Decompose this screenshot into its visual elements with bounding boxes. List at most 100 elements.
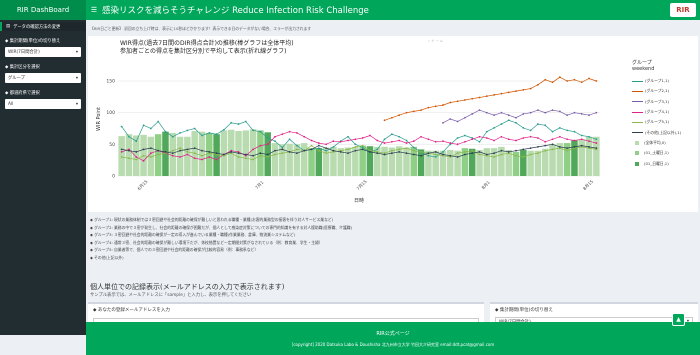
bar xyxy=(271,143,279,176)
series-point xyxy=(244,120,247,123)
series-point xyxy=(463,151,466,153)
series-point xyxy=(544,149,547,152)
series-point xyxy=(566,147,569,150)
series-point xyxy=(449,118,452,120)
series-point xyxy=(507,91,510,94)
series-point xyxy=(215,133,218,136)
series-point xyxy=(252,148,255,151)
series-point xyxy=(558,110,561,113)
bar xyxy=(403,147,410,176)
series-point xyxy=(186,151,189,153)
series-point xyxy=(361,144,364,147)
series-point xyxy=(595,142,598,144)
series-point xyxy=(471,152,474,155)
individual-title: 個人単位での記録表示(メールアドレスの入力で表示されます) xyxy=(90,283,285,291)
bar xyxy=(315,148,323,176)
series-point xyxy=(259,130,262,133)
series-point xyxy=(566,129,569,132)
series-point xyxy=(471,138,474,141)
series-point xyxy=(186,153,189,156)
series-point xyxy=(434,156,437,158)
series-point xyxy=(120,148,123,151)
app-logo[interactable]: RIR DashBoard xyxy=(0,0,86,20)
series-point xyxy=(522,88,525,91)
x-tick-label: 7月15 xyxy=(356,179,369,192)
series-point xyxy=(449,142,452,144)
pref-select[interactable]: All ▾ xyxy=(5,99,81,109)
series-point xyxy=(522,113,525,115)
group-select[interactable]: グループ ▾ xyxy=(5,73,81,83)
series-point xyxy=(427,152,430,155)
legend-entry[interactable]: (グループ2,1) xyxy=(632,86,698,96)
legend-entry[interactable]: (グループ1,1) xyxy=(632,76,698,86)
series-point xyxy=(142,124,145,127)
series-point xyxy=(529,135,532,138)
series-point xyxy=(171,154,174,157)
series-point xyxy=(420,151,422,153)
series-point xyxy=(515,116,517,119)
series-point xyxy=(463,140,466,143)
series-point xyxy=(405,111,408,114)
sidebar-toggle-icon[interactable]: ☰ xyxy=(88,0,100,20)
series-point xyxy=(427,138,430,141)
x-tick-label: 7月1 xyxy=(254,180,265,191)
footer: RIR公式ページ [copyright] 2020 Datsuka Labo &… xyxy=(86,322,700,355)
legend-entry[interactable]: (01_土曜日,1) xyxy=(632,148,698,158)
series-point xyxy=(595,138,598,141)
series-point xyxy=(252,154,255,157)
series-point xyxy=(274,153,276,156)
series-point xyxy=(573,78,576,81)
y-tick-label: 100 xyxy=(106,110,115,116)
footer-link[interactable]: RIR公式ページ xyxy=(86,330,700,337)
y-tick-label: 150 xyxy=(106,79,115,85)
series-point xyxy=(449,154,452,157)
bar xyxy=(585,136,593,176)
series-point xyxy=(208,132,211,134)
sidebar-item-data-view[interactable]: ▤ データの確認方法の変更 xyxy=(0,22,86,31)
wir-line-chart[interactable]: 0 50 100 150 6月15 7月1 7月15 8月1 8月15 日時 WIR Point xyxy=(88,36,628,212)
series-point xyxy=(580,144,583,147)
series-point xyxy=(580,81,583,84)
period-select[interactable]: WIR(7日間合計) ▾ xyxy=(5,47,81,57)
series-point xyxy=(573,111,576,114)
series-point xyxy=(529,147,532,150)
series-point xyxy=(529,87,532,90)
bar xyxy=(381,146,388,176)
series-point xyxy=(120,151,123,153)
series-point xyxy=(222,153,225,156)
series-point xyxy=(244,157,247,160)
series-point xyxy=(208,156,211,158)
legend-entry[interactable]: (グループ3,1) xyxy=(632,97,698,107)
series-point xyxy=(442,153,444,156)
series-point xyxy=(325,143,328,146)
series-point xyxy=(405,139,408,142)
series-point xyxy=(529,153,532,156)
series-point xyxy=(566,80,569,82)
series-point xyxy=(471,149,474,152)
legend-entry[interactable]: (グループ5,1) xyxy=(632,117,698,127)
legend-entry[interactable]: (その他(上記以外),1) xyxy=(632,127,698,137)
series-point xyxy=(456,120,459,123)
scroll-top-button[interactable]: ▲ xyxy=(672,313,685,326)
series-point xyxy=(259,152,262,155)
legend-entry[interactable]: (01_日曜日,1) xyxy=(632,158,698,168)
series-point xyxy=(339,151,342,153)
series-point xyxy=(361,137,364,139)
series-point xyxy=(179,156,181,158)
series-point xyxy=(274,149,276,152)
series-point xyxy=(405,147,408,150)
legend-entry[interactable]: (グループ4,1) xyxy=(632,107,698,117)
series-point xyxy=(493,139,496,142)
series-point xyxy=(456,156,459,158)
series-point xyxy=(266,156,269,158)
legend-title: グループ weekend xyxy=(632,60,655,72)
bar xyxy=(344,147,352,176)
series-point xyxy=(201,149,203,152)
series-point xyxy=(281,148,284,151)
series-point xyxy=(573,139,576,142)
bar xyxy=(206,132,213,176)
rir-brand-logo[interactable]: RIR xyxy=(670,3,696,17)
series-point xyxy=(303,135,306,138)
series-point xyxy=(405,142,408,144)
legend-entry[interactable]: (全体平均,0) xyxy=(632,138,698,148)
